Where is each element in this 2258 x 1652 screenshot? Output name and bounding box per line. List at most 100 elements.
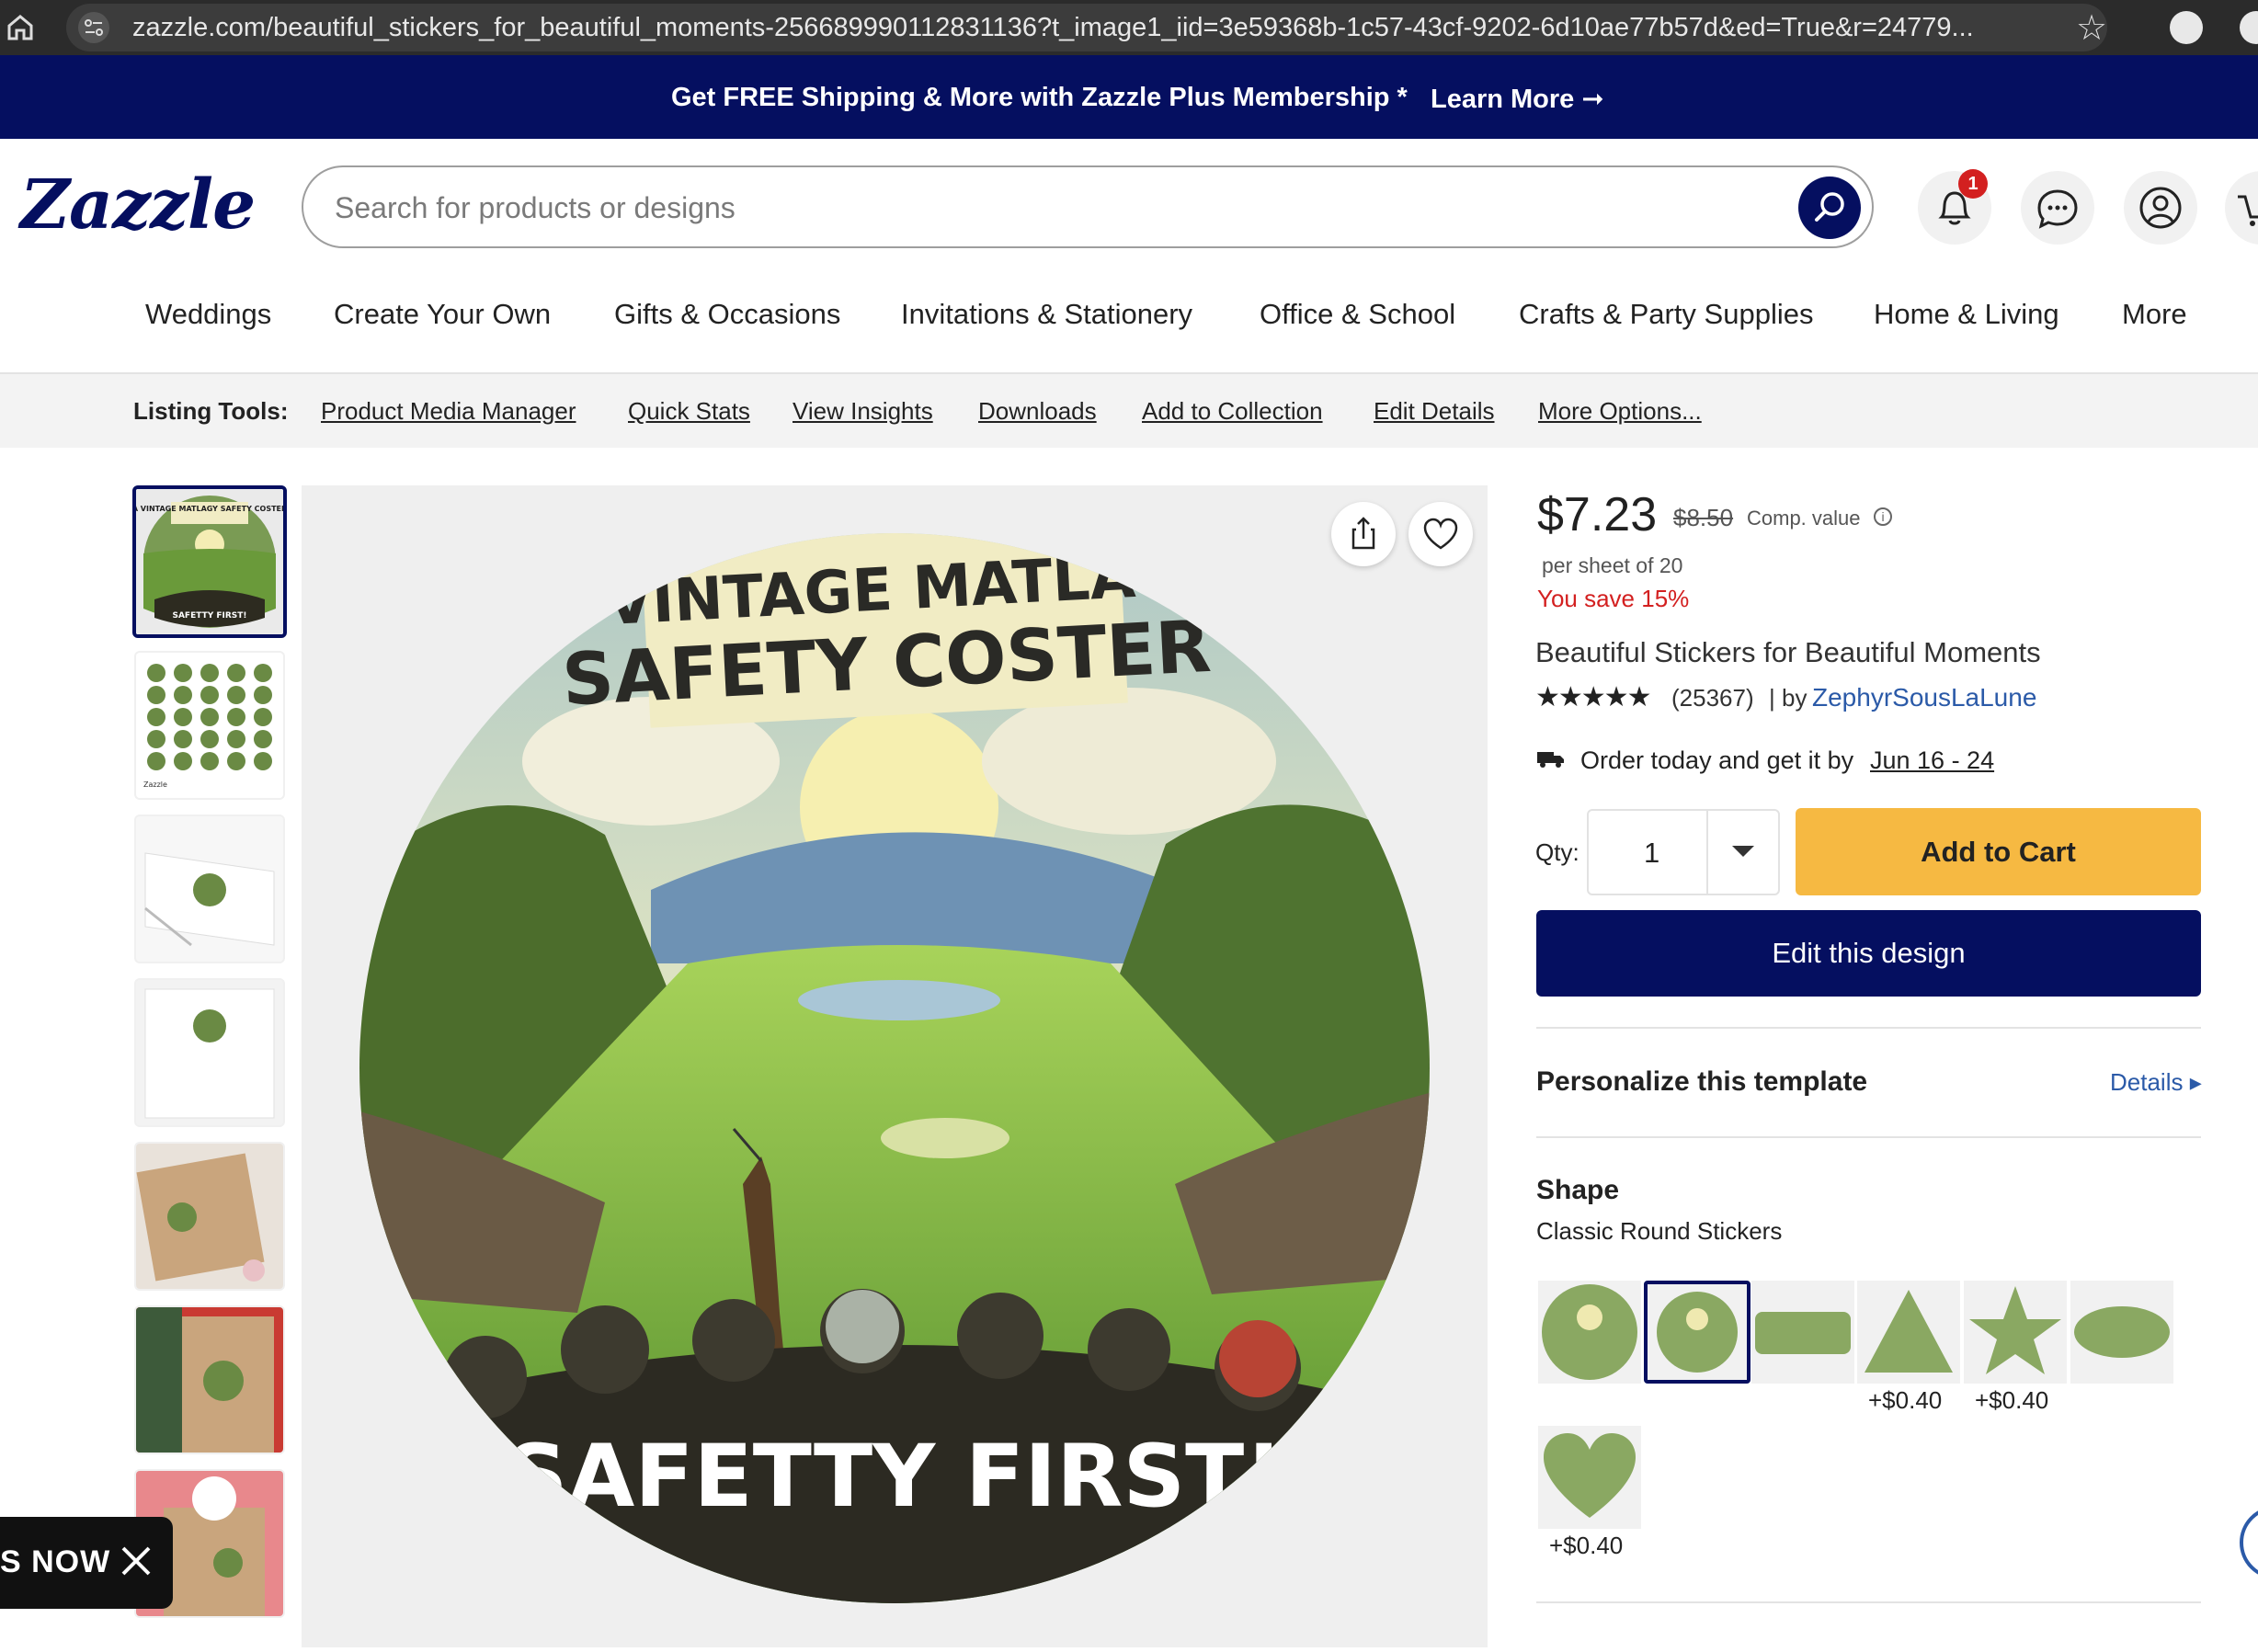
search-input[interactable] — [335, 188, 1732, 228]
sheet-sticker-dot — [254, 708, 272, 726]
product-media-manager-link[interactable]: Product Media Manager — [321, 397, 576, 426]
savings-label: You save 15% — [1537, 585, 1690, 612]
info-icon[interactable]: i — [1874, 507, 1892, 526]
sheet-sticker-dot — [227, 664, 245, 682]
thumbnail-sticker[interactable]: A VINTAGE MATLAGY SAFETY COSTER SAFETTY … — [132, 485, 287, 638]
sticker-artwork: A VINTAGE MATLAGY SAFETY COSTER SAFETTY … — [359, 533, 1430, 1603]
shape-option-heart[interactable] — [1538, 1426, 1641, 1529]
sheet-sticker-dot — [147, 752, 165, 770]
listing-tools-bar: Listing Tools: Product Media Manager Qui… — [0, 374, 2258, 448]
by-label: | by — [1769, 684, 1808, 712]
divider — [1536, 1601, 2201, 1603]
sheet-sticker-dot — [254, 730, 272, 748]
nav-item-weddings[interactable]: Weddings — [145, 298, 271, 331]
sheet-sticker-dot — [227, 730, 245, 748]
details-link[interactable]: Details ▸ — [2110, 1068, 2202, 1097]
shape-option-oval[interactable] — [2070, 1281, 2173, 1384]
sheet-sticker-dot — [174, 686, 192, 704]
nav-item-home-living[interactable]: Home & Living — [1874, 298, 2059, 331]
site-info-icon[interactable] — [77, 11, 110, 44]
favorite-button[interactable] — [1408, 502, 1473, 566]
search-icon — [1815, 192, 1844, 222]
bookmark-star-icon[interactable]: ☆ — [2076, 7, 2107, 49]
nav-item-gifts-occasions[interactable]: Gifts & Occasions — [614, 298, 840, 331]
shape-option-classic-round[interactable] — [1644, 1281, 1751, 1384]
review-count[interactable]: (25367) — [1671, 684, 1754, 712]
thumbnail-bag[interactable] — [134, 978, 285, 1127]
oval-shape-image — [2074, 1306, 2170, 1358]
view-insights-link[interactable]: View Insights — [793, 397, 933, 426]
search-button[interactable] — [1798, 177, 1861, 239]
personalize-heading: Personalize this template — [1536, 1066, 1868, 1097]
sticker-thumbnail-image: A VINTAGE MATLAGY SAFETY COSTER SAFETTY … — [136, 489, 283, 634]
nav-item-create-your-own[interactable]: Create Your Own — [334, 298, 551, 331]
add-to-cart-button[interactable]: Add to Cart — [1796, 808, 2201, 895]
gift-wrap-photo — [136, 1144, 283, 1289]
shape-option-triangle[interactable] — [1857, 1281, 1960, 1384]
nav-item-crafts-party-supplies[interactable]: Crafts & Party Supplies — [1519, 298, 1813, 331]
price: $7.23 — [1537, 488, 1658, 541]
cart-button[interactable] — [2225, 171, 2258, 245]
delivery-date-link[interactable]: Jun 16 - 24 — [1870, 746, 1994, 775]
sticker-caption: SAFETTY FIRST! — [506, 1427, 1283, 1527]
notification-badge: 1 — [1958, 169, 1988, 199]
sheet-sticker-dot — [174, 664, 192, 682]
sheet-sticker-dot — [200, 686, 219, 704]
sheet-sticker-dot — [147, 664, 165, 682]
quick-stats-link[interactable]: Quick Stats — [628, 397, 750, 426]
edit-design-button[interactable]: Edit this design — [1536, 910, 2201, 997]
zazzle-logo[interactable]: Zazzle — [20, 165, 256, 245]
account-button[interactable] — [2124, 171, 2197, 245]
rating-stars[interactable]: ★★★★★ — [1535, 681, 1651, 713]
url-text[interactable]: zazzle.com/beautiful_stickers_for_beauti… — [132, 13, 2045, 43]
more-options-link[interactable]: More Options... — [1538, 397, 1702, 426]
shape-option-rectangle[interactable] — [1751, 1281, 1854, 1384]
sheet-sticker-dot — [227, 708, 245, 726]
thumbnail-envelope[interactable] — [134, 815, 285, 963]
nav-item-invitations-stationery[interactable]: Invitations & Stationery — [901, 298, 1192, 331]
learn-more-link[interactable]: Learn More ➞ — [1431, 83, 1604, 115]
share-button[interactable] — [1331, 502, 1396, 566]
sheet-sticker-dot — [147, 686, 165, 704]
sheet-brand: Zazzle — [143, 780, 167, 789]
promo-popup-tab[interactable]: S NOW — [0, 1517, 173, 1609]
heart-icon — [1423, 518, 1458, 550]
home-icon[interactable] — [4, 11, 37, 44]
chat-widget-button[interactable] — [2240, 1506, 2258, 1579]
per-sheet-label: per sheet of 20 — [1542, 553, 1683, 577]
nav-item-more[interactable]: More — [2122, 298, 2187, 331]
messages-button[interactable] — [2021, 171, 2094, 245]
profile-icon[interactable] — [2240, 11, 2258, 44]
sheet-sticker-dot — [227, 752, 245, 770]
promo-banner: Get FREE Shipping & More with Zazzle Plu… — [0, 55, 2258, 139]
shape-option-circle-large[interactable] — [1538, 1281, 1641, 1384]
main-nav: Weddings Create Your Own Gifts & Occasio… — [0, 285, 2258, 373]
heart-surcharge: +$0.40 — [1549, 1532, 1624, 1559]
sheet-sticker-dot — [254, 664, 272, 682]
divider — [1536, 1027, 2201, 1029]
main-product-image[interactable]: A VINTAGE MATLAGY SAFETY COSTER SAFETTY … — [302, 485, 1488, 1647]
shape-value: Classic Round Stickers — [1536, 1217, 1783, 1245]
quantity-value: 1 — [1644, 837, 1660, 869]
thumbnail-christmas-gift[interactable] — [134, 1305, 285, 1454]
downloads-link[interactable]: Downloads — [978, 397, 1097, 426]
nav-item-office-school[interactable]: Office & School — [1260, 298, 1455, 331]
promo-message: Get FREE Shipping & More with Zazzle Plu… — [671, 83, 1408, 112]
envelope-photo — [136, 816, 283, 962]
divider — [1536, 1136, 2201, 1138]
heart-shape-image — [1544, 1433, 1636, 1518]
extension-icon[interactable] — [2170, 11, 2203, 44]
shape-option-star[interactable] — [1964, 1281, 2067, 1384]
edit-details-link[interactable]: Edit Details — [1374, 397, 1495, 426]
classic-round-shape-image — [1657, 1292, 1738, 1373]
bag-photo — [136, 980, 283, 1125]
thumbnail-sheet[interactable]: Zazzle — [134, 651, 285, 800]
close-icon[interactable] — [118, 1543, 154, 1579]
chat-icon — [2037, 189, 2078, 229]
quantity-select[interactable]: 1 — [1587, 809, 1780, 895]
thumbnail-gift-wrap[interactable] — [134, 1142, 285, 1291]
designer-link[interactable]: ZephyrSousLaLune — [1812, 683, 2036, 712]
add-to-collection-link[interactable]: Add to Collection — [1142, 397, 1323, 426]
sheet-sticker-dot — [200, 664, 219, 682]
original-price: $8.50 — [1673, 504, 1734, 531]
